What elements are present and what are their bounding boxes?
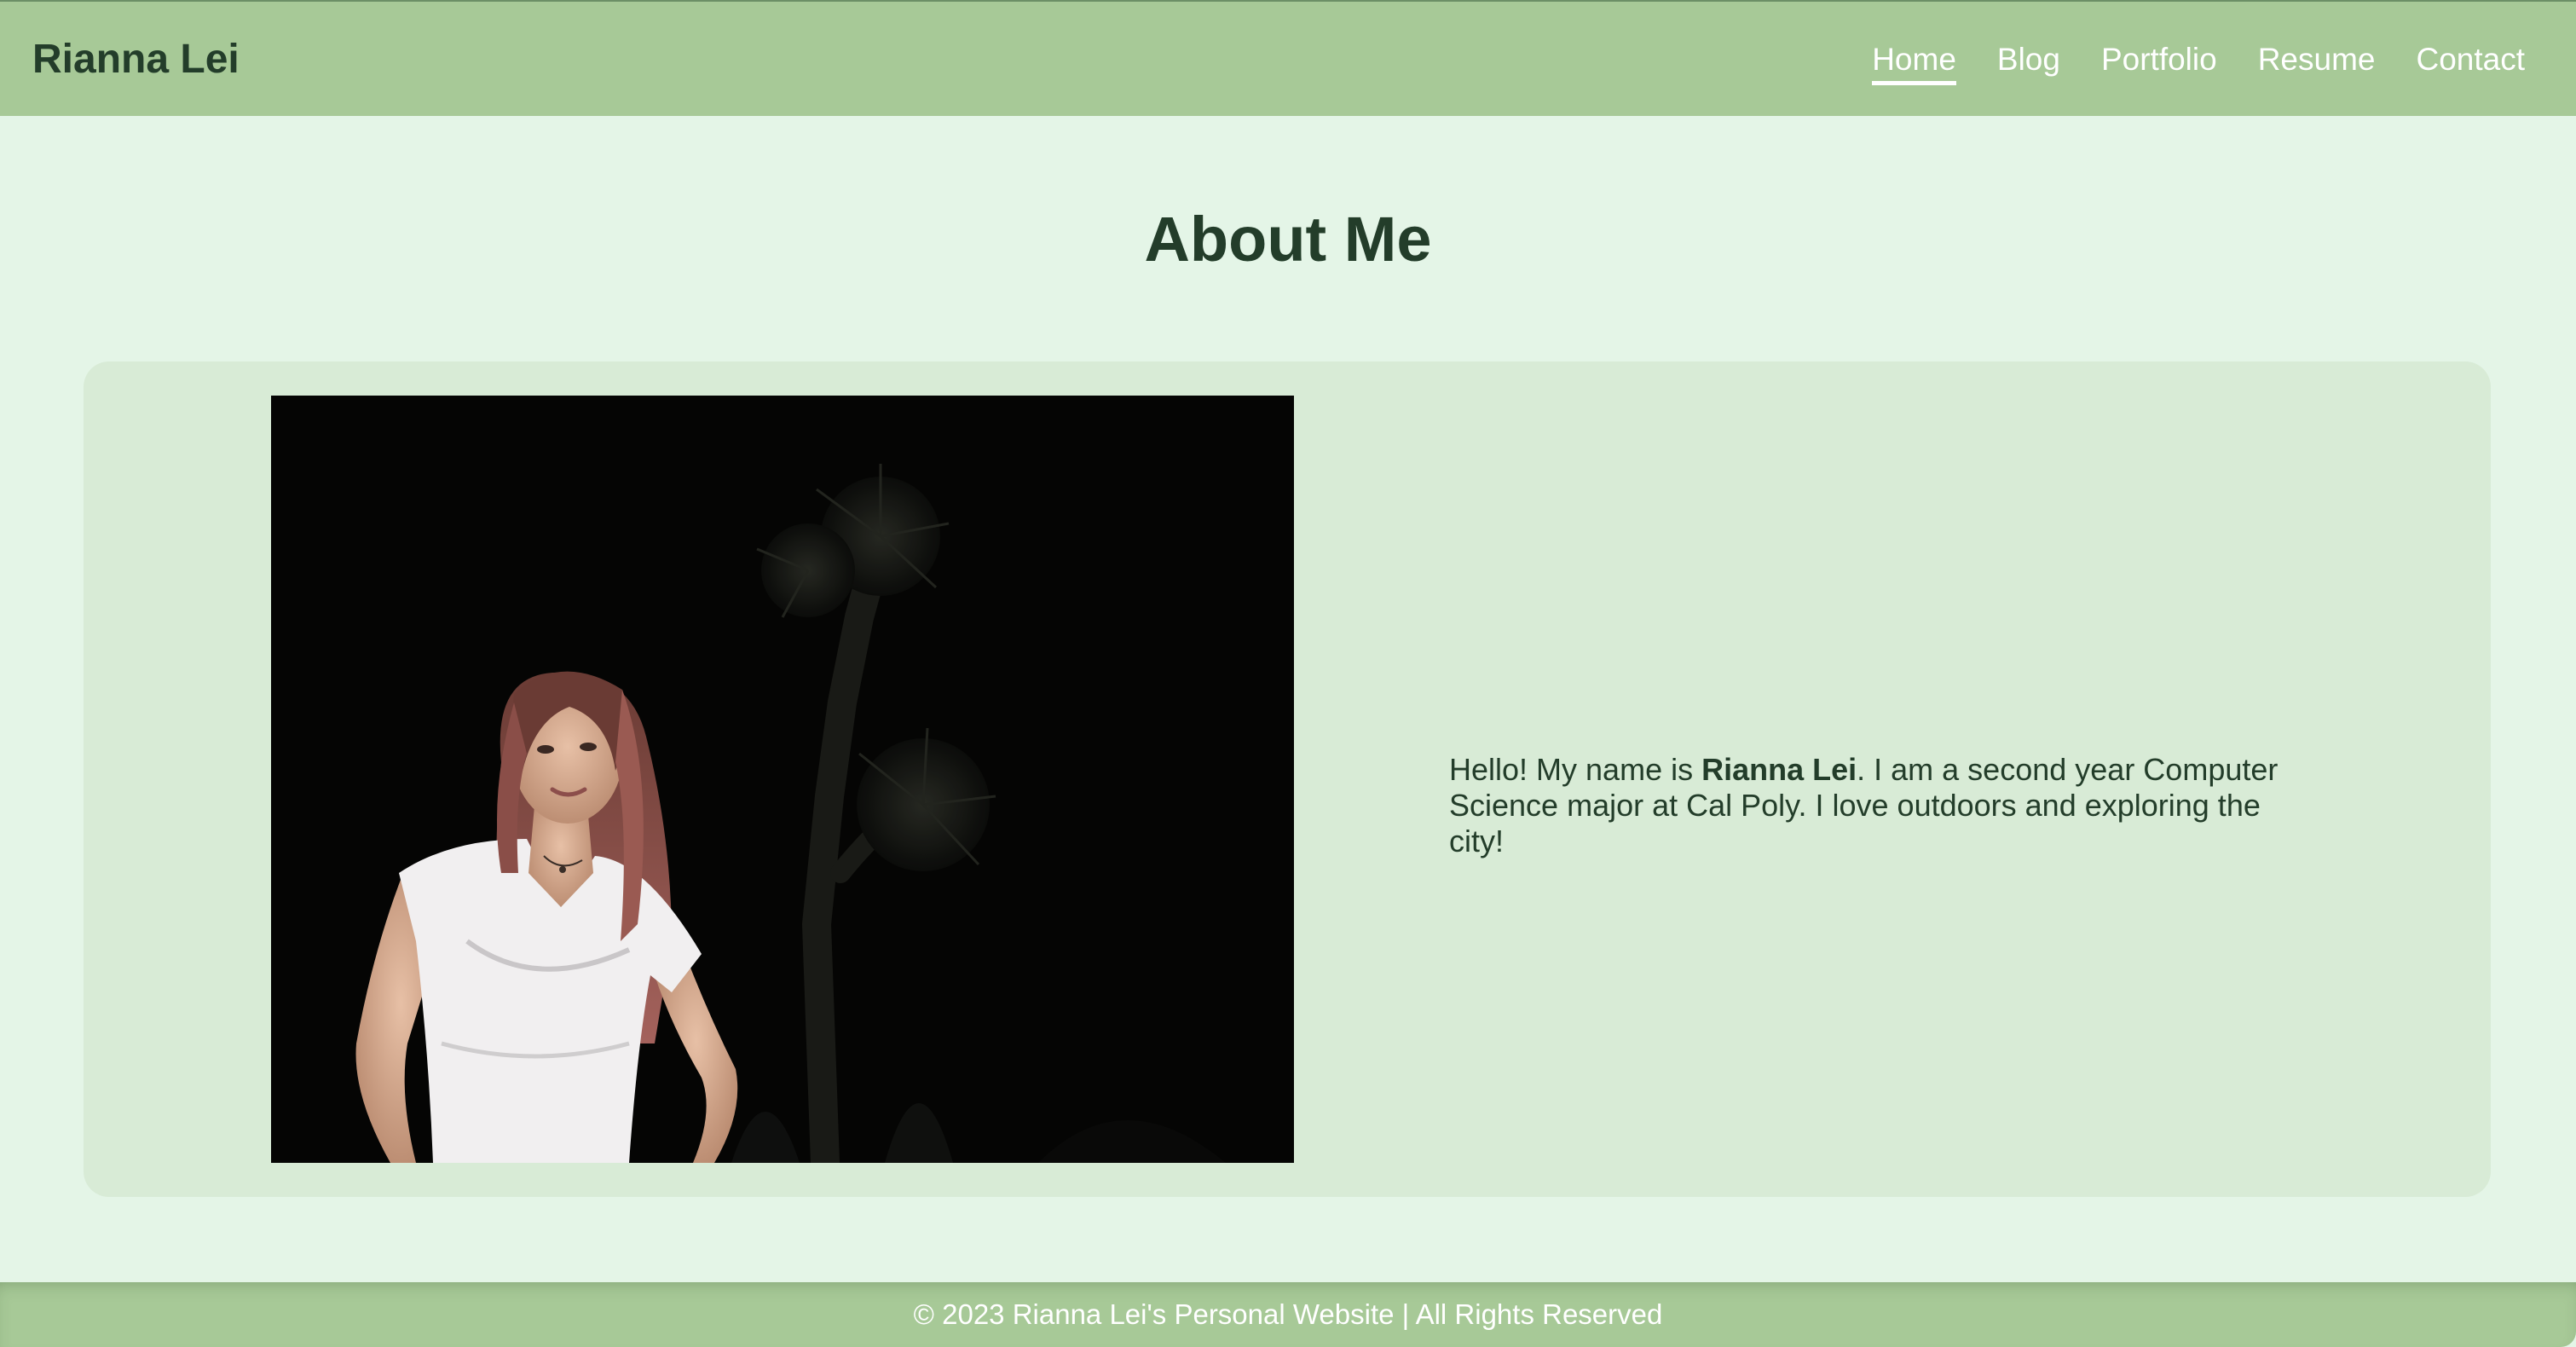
about-card: Hello! My name is Rianna Lei. I am a sec… (84, 361, 2491, 1197)
bio-text: Hello! My name is Rianna Lei. I am a sec… (1449, 752, 2319, 859)
nav-link-portfolio[interactable]: Portfolio (2101, 39, 2217, 80)
main-nav: Home Blog Portfolio Resume Contact (1831, 39, 2525, 85)
nav-link-contact[interactable]: Contact (2416, 39, 2525, 80)
bio-text-intro: Hello! My name is (1449, 752, 1702, 787)
page-title: About Me (1144, 204, 1432, 275)
profile-photo (271, 396, 1294, 1163)
nav-link-blog[interactable]: Blog (1997, 39, 2060, 80)
bio-name: Rianna Lei (1701, 752, 1857, 787)
profile-photo-illustration (271, 396, 1294, 1163)
footer-copyright: © 2023 Rianna Lei's Personal Website | A… (913, 1298, 1663, 1330)
nav-link-resume[interactable]: Resume (2258, 39, 2376, 80)
site-header: Rianna Lei Home Blog Portfolio Resume Co… (0, 0, 2576, 116)
site-footer: © 2023 Rianna Lei's Personal Website | A… (0, 1282, 2576, 1347)
nav-link-home[interactable]: Home (1872, 39, 1956, 85)
site-brand[interactable]: Rianna Lei (32, 34, 240, 85)
